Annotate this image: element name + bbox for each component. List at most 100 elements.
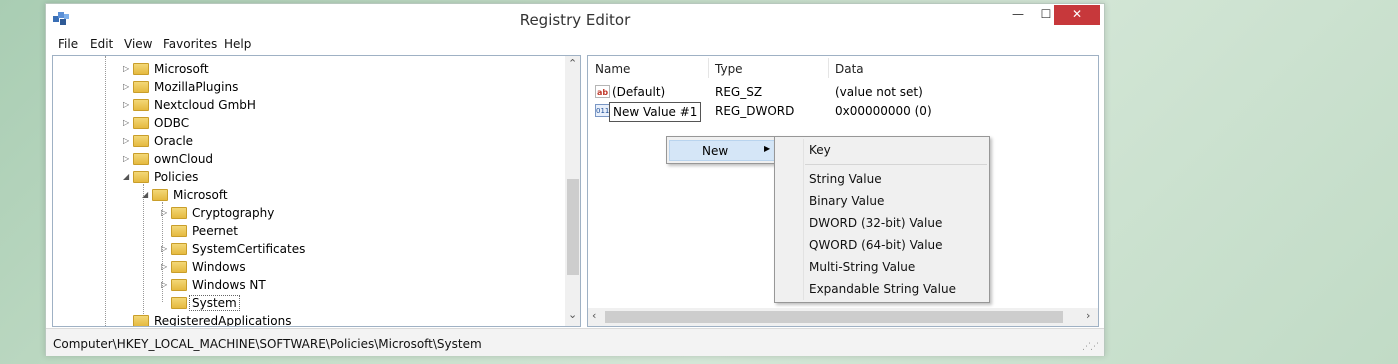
key-tree-pane[interactable]: ▷ Microsoft ▷ MozillaPlugins ▷ Nextcloud Gm… <box>52 55 581 327</box>
menu-item-key[interactable]: Key <box>809 143 831 157</box>
minimize-button[interactable]: — <box>1004 7 1032 27</box>
list-row[interactable]: ab (Default) REG_SZ (value not set) <box>588 83 1098 101</box>
column-header-name[interactable]: Name <box>595 62 630 76</box>
collapse-icon[interactable]: ◢ <box>123 168 131 186</box>
tree-guide-line <box>143 184 144 326</box>
menu-favorites[interactable]: Favorites <box>163 37 217 51</box>
folder-open-icon <box>152 189 168 201</box>
expand-icon[interactable]: ▷ <box>161 240 169 258</box>
list-row[interactable]: 011 New Value #1 REG_DWORD 0x00000000 (0… <box>588 102 1098 122</box>
tree-item-label: Cryptography <box>192 206 275 220</box>
column-divider[interactable] <box>708 58 709 78</box>
new-submenu: Key String Value Binary Value DWORD (32-… <box>774 136 990 303</box>
menu-item-string-value[interactable]: String Value <box>809 172 882 186</box>
expand-icon[interactable]: ▷ <box>123 150 131 168</box>
menu-item-label: New <box>702 144 729 158</box>
menu-item-dword-value[interactable]: DWORD (32-bit) Value <box>809 216 942 230</box>
list-horizontal-scrollbar[interactable]: ‹ › <box>588 308 1098 326</box>
close-icon: ✕ <box>1071 7 1083 21</box>
column-header-type[interactable]: Type <box>715 62 743 76</box>
collapse-icon[interactable]: ◢ <box>142 186 150 204</box>
tree-item-label: Windows NT <box>192 278 266 292</box>
tree-item-label: Nextcloud GmbH <box>154 98 256 112</box>
expand-icon[interactable]: ▷ <box>161 258 169 276</box>
scroll-left-icon[interactable]: ‹ <box>592 309 596 322</box>
menu-gutter <box>803 139 804 300</box>
folder-icon <box>171 279 187 291</box>
menu-file[interactable]: File <box>58 37 78 51</box>
column-divider[interactable] <box>828 58 829 78</box>
expand-icon[interactable]: ▷ <box>123 78 131 96</box>
list-header: Name Type Data <box>588 56 1098 78</box>
tree-guide-line <box>105 56 106 326</box>
tree-item-label: System <box>189 294 240 312</box>
tree-item-label: RegisteredApplications <box>154 314 292 327</box>
folder-icon <box>171 243 187 255</box>
folder-icon <box>133 117 149 129</box>
resize-grip-icon[interactable]: ⋰⋰ <box>1082 342 1099 352</box>
window-title: Registry Editor <box>519 11 631 29</box>
menu-bar: File Edit View Favorites Help <box>46 35 1104 55</box>
folder-icon <box>133 99 149 111</box>
menu-view[interactable]: View <box>124 37 152 51</box>
status-bar: Computer\HKEY_LOCAL_MACHINE\SOFTWARE\Pol… <box>46 328 1104 356</box>
folder-icon <box>133 135 149 147</box>
tree-vertical-scrollbar[interactable]: ⌃ ⌄ <box>565 56 580 326</box>
expand-icon[interactable]: ▷ <box>123 96 131 114</box>
tree-item-label: Windows <box>192 260 246 274</box>
submenu-arrow-icon: ▶ <box>764 144 771 153</box>
scroll-right-icon[interactable]: › <box>1086 309 1090 322</box>
folder-icon <box>171 261 187 273</box>
value-type: REG_DWORD <box>715 104 795 118</box>
value-data: (value not set) <box>835 85 923 99</box>
scroll-up-icon[interactable]: ⌃ <box>568 57 577 70</box>
folder-icon <box>133 153 149 165</box>
tree-item-label: Policies <box>154 170 199 184</box>
menu-item-new[interactable]: New ▶ <box>669 140 775 161</box>
menu-item-binary-value[interactable]: Binary Value <box>809 194 884 208</box>
binary-value-icon: 011 <box>595 104 610 117</box>
menu-item-multi-string-value[interactable]: Multi-String Value <box>809 260 915 274</box>
tree-item-label: ODBC <box>154 116 190 130</box>
selected-key-label: System <box>189 295 240 311</box>
tree-item-label: Oracle <box>154 134 194 148</box>
string-value-icon: ab <box>595 85 610 98</box>
menu-help[interactable]: Help <box>224 37 251 51</box>
maximize-icon: ☐ <box>1040 7 1052 21</box>
column-header-data[interactable]: Data <box>835 62 864 76</box>
expand-icon[interactable]: ▷ <box>123 60 131 78</box>
folder-icon <box>133 63 149 75</box>
rename-value-input[interactable]: New Value #1 <box>609 102 702 122</box>
context-menu: New ▶ <box>666 136 778 164</box>
tree-item-label: SystemCertificates <box>192 242 306 256</box>
scroll-thumb[interactable] <box>567 179 579 275</box>
tree-item-label: Peernet <box>192 224 238 238</box>
menu-separator <box>805 164 987 165</box>
key-path: Computer\HKEY_LOCAL_MACHINE\SOFTWARE\Pol… <box>53 337 482 351</box>
menu-edit[interactable]: Edit <box>90 37 113 51</box>
folder-icon <box>171 207 187 219</box>
folder-open-icon <box>133 171 149 183</box>
folder-icon <box>133 315 149 326</box>
tree-item-label: MozillaPlugins <box>154 80 239 94</box>
value-name: (Default) <box>612 85 666 99</box>
menu-item-qword-value[interactable]: QWORD (64-bit) Value <box>809 238 943 252</box>
folder-icon <box>171 297 187 309</box>
scroll-thumb[interactable] <box>605 311 1063 323</box>
value-data: 0x00000000 (0) <box>835 104 932 118</box>
expand-icon[interactable]: ▷ <box>161 276 169 294</box>
minimize-icon: — <box>1012 7 1024 21</box>
expand-icon[interactable]: ▷ <box>161 204 169 222</box>
folder-icon <box>171 225 187 237</box>
close-button[interactable]: ✕ <box>1054 5 1100 25</box>
expand-icon[interactable]: ▷ <box>123 114 131 132</box>
scroll-down-icon[interactable]: ⌄ <box>568 308 577 321</box>
folder-icon <box>133 81 149 93</box>
tree-item-label: ownCloud <box>154 152 214 166</box>
expand-icon[interactable]: ▷ <box>123 132 131 150</box>
menu-item-expandable-string-value[interactable]: Expandable String Value <box>809 282 956 296</box>
tree-item-label: Microsoft <box>154 62 209 76</box>
value-type: REG_SZ <box>715 85 763 99</box>
title-bar[interactable]: Registry Editor — ☐ ✕ <box>46 4 1104 34</box>
tree-item-label: Microsoft <box>173 188 228 202</box>
